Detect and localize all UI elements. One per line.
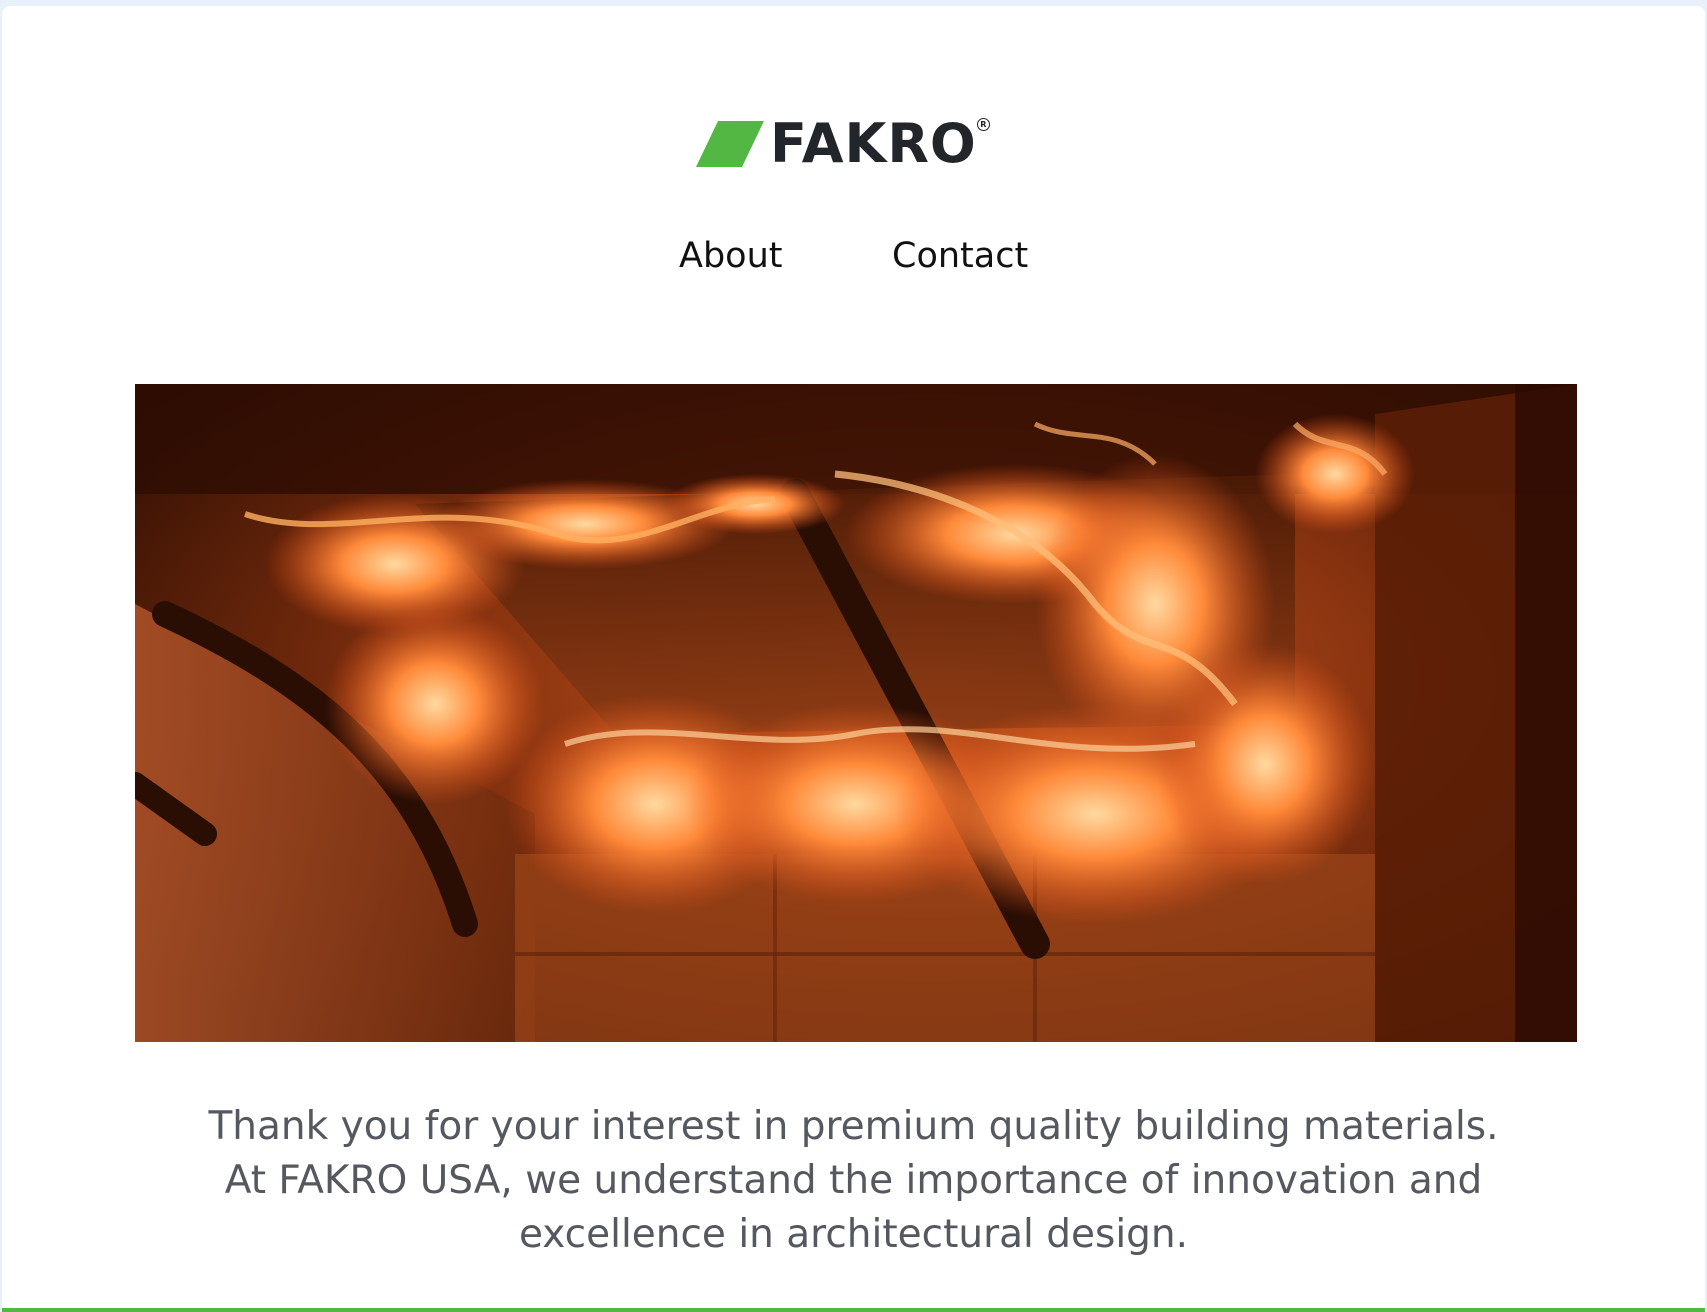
- nav-link-contact[interactable]: Contact: [892, 232, 1028, 280]
- intro-paragraph: Thank you for your interest in premium q…: [102, 1100, 1605, 1262]
- email-card: FAKRO R About Contact Thank you for your…: [2, 6, 1705, 1312]
- fakro-logo[interactable]: FAKRO R: [696, 116, 1022, 172]
- intro-line: At FAKRO USA, we understand the importan…: [224, 1158, 1483, 1203]
- nav-link-about[interactable]: About: [679, 232, 782, 280]
- intro-line: Thank you for your interest in premium q…: [208, 1104, 1499, 1149]
- intro-line: excellence in architectural design.: [518, 1212, 1189, 1257]
- hero-image: [135, 384, 1577, 1042]
- registered-mark-icon: R: [976, 118, 990, 131]
- logo-parallelogram-icon: [696, 121, 764, 167]
- bottom-accent-bar: [2, 1308, 1705, 1312]
- logo-wordmark: FAKRO R: [770, 116, 990, 172]
- fire-test-photo-icon: [135, 384, 1577, 1042]
- main-nav: About Contact: [2, 232, 1705, 280]
